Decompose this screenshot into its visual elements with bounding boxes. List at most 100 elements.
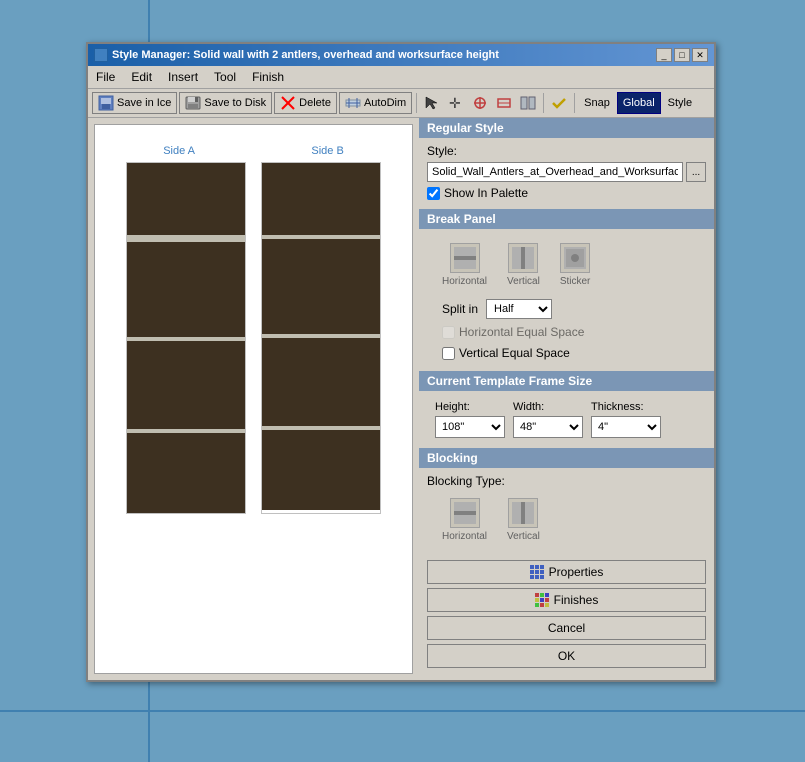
menu-bar: File Edit Insert Tool Finish [88,66,714,89]
style-input-row: ... [427,162,706,182]
cancel-button[interactable]: Cancel [427,616,706,640]
vertical-equal-space-label: Vertical Equal Space [459,346,570,360]
horizontal-equal-space-checkbox[interactable] [442,326,455,339]
split-row: Split in Half Third Quarter [427,295,706,323]
snap-label: Snap [584,97,610,109]
width-dropdown[interactable]: 24" 36" 48" 60" [513,416,583,438]
thickness-label: Thickness: [591,401,661,413]
properties-icon [530,565,544,579]
save-in-ice-icon [98,95,114,111]
style-label: Style [663,95,697,111]
frame-size-body: Height: 84" 96" 108" 120" Width: 24 [419,391,714,448]
global-label: Global [623,97,655,109]
break-panel-header: Break Panel [419,209,714,229]
blocking-vertical-item: Vertical [507,498,540,542]
global-button[interactable]: Global [617,92,661,114]
blocking-body: Blocking Type: Horizontal Ve [419,468,714,554]
close-button[interactable]: ✕ [692,48,708,62]
side-a-label: Side A [163,145,195,157]
svg-text:✛: ✛ [449,95,461,111]
horizontal-break-button[interactable] [450,243,480,273]
wall-section-a1 [127,163,245,235]
height-label: Height: [435,401,505,413]
save-in-ice-button[interactable]: Save in Ice [92,92,177,114]
menu-file[interactable]: File [92,68,119,86]
desktop: Style Manager: Solid wall with 2 antlers… [0,0,805,762]
wall-section-b1 [262,163,380,235]
wall-section-a4 [127,433,245,513]
crosshair-tool-button[interactable] [469,92,491,114]
horizontal-break-item: Horizontal [442,243,487,287]
horizontal-equal-space-label: Horizontal Equal Space [459,325,584,339]
style-field-label: Style: [427,144,457,158]
side-b-label: Side B [311,145,343,157]
snap-button[interactable]: Snap [579,92,615,114]
regular-style-body: Style: ... Show In Palette [419,138,714,209]
sticker-break-label: Sticker [560,276,591,287]
blocking-horizontal-icon [454,502,476,524]
ok-button[interactable]: OK [427,644,706,668]
toolbar-separator-2 [543,93,544,113]
minimize-button[interactable]: _ [656,48,672,62]
properties-button[interactable]: Properties [427,560,706,584]
move-tool-button[interactable]: ✛ [445,92,467,114]
menu-finish[interactable]: Finish [248,68,288,86]
wall-tool-button[interactable] [493,92,515,114]
sticker-break-button[interactable] [560,243,590,273]
break-panel-body: Horizontal Vertical [419,229,714,371]
blocking-type-label: Blocking Type: [427,474,706,488]
bg-line-2 [0,710,805,712]
vertical-break-item: Vertical [507,243,540,287]
vertical-break-button[interactable] [508,243,538,273]
blocking-horizontal-item: Horizontal [442,498,487,542]
autodim-label: AutoDim [364,97,406,109]
show-in-palette-checkbox[interactable] [427,187,440,200]
save-to-disk-label: Save to Disk [204,97,266,109]
split-dropdown[interactable]: Half Third Quarter [486,299,552,319]
wall-section-b2 [262,239,380,334]
thickness-dropdown[interactable]: 2" 3" 4" 5" [591,416,661,438]
browse-button[interactable]: ... [686,162,706,182]
maximize-button[interactable]: □ [674,48,690,62]
save-to-disk-button[interactable]: Save to Disk [179,92,272,114]
wall-section-a2 [127,242,245,337]
window-icon [94,48,108,62]
autodim-button[interactable]: AutoDim [339,92,412,114]
menu-edit[interactable]: Edit [127,68,156,86]
delete-button[interactable]: Delete [274,92,337,114]
delete-label: Delete [299,97,331,109]
width-col: Width: 24" 36" 48" 60" [513,401,583,438]
blocking-icons: Horizontal Vertical [427,492,706,548]
checkmark-button[interactable] [548,92,570,114]
toolbar-separator-1 [416,93,417,113]
horizontal-break-icon [454,247,476,269]
wall-section-b3 [262,338,380,426]
height-dropdown[interactable]: 84" 96" 108" 120" [435,416,505,438]
wall-section-a3 [127,341,245,429]
panel-tool-button[interactable] [517,92,539,114]
finishes-label: Finishes [554,593,599,607]
side-a-panel [126,162,246,514]
wall-stripe-a1 [127,235,245,242]
vertical-equal-space-checkbox[interactable] [442,347,455,360]
style-label-row: Style: [427,144,706,158]
cancel-label: Cancel [548,621,585,635]
side-labels: Side A Side B [105,145,402,157]
menu-tool[interactable]: Tool [210,68,240,86]
blocking-vertical-button[interactable] [508,498,538,528]
blocking-vertical-label: Vertical [507,531,540,542]
horizontal-equal-space-row: Horizontal Equal Space [427,323,706,341]
pointer-tool-button[interactable] [421,92,443,114]
blocking-vertical-icon [512,502,534,524]
blocking-horizontal-button[interactable] [450,498,480,528]
horizontal-break-label: Horizontal [442,276,487,287]
height-col: Height: 84" 96" 108" 120" [435,401,505,438]
menu-insert[interactable]: Insert [164,68,202,86]
finishes-button[interactable]: Finishes [427,588,706,612]
blocking-horizontal-label: Horizontal [442,531,487,542]
finishes-icon [535,593,549,607]
window-title: Style Manager: Solid wall with 2 antlers… [112,49,499,61]
break-panel-icons: Horizontal Vertical [427,235,706,295]
wall-panels-container [105,162,402,514]
style-input[interactable] [427,162,683,182]
